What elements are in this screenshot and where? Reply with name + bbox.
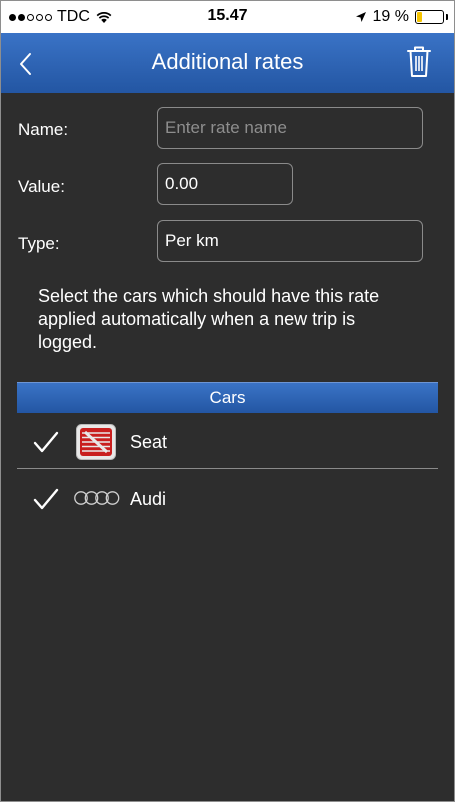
rate-type-value: Per km (165, 231, 219, 250)
battery-fill (417, 12, 422, 22)
status-right: 19 % (355, 8, 448, 26)
battery-icon (415, 10, 448, 24)
row-divider (17, 468, 438, 469)
car-name: Audi (130, 489, 167, 509)
seat-logo-icon (76, 424, 116, 460)
battery-percent: 19 % (372, 8, 409, 25)
rate-value-input[interactable] (157, 163, 293, 205)
trash-icon (407, 46, 431, 77)
page-title: Additional rates (151, 49, 304, 74)
cars-info-text: Select the cars which should have this r… (38, 286, 380, 352)
delete-button[interactable] (406, 44, 432, 80)
car-row-audi[interactable]: Audi (17, 471, 438, 527)
location-arrow-icon (355, 12, 366, 22)
value-label: Value: (18, 177, 65, 196)
nav-bar: Additional rates (1, 33, 454, 93)
car-name: Seat (130, 432, 168, 452)
cars-section-header: Cars (17, 382, 438, 413)
status-bar: TDC 15.47 19 % (1, 1, 454, 33)
car-row-seat[interactable]: Seat (17, 414, 438, 470)
rate-name-input[interactable] (157, 107, 423, 149)
checkmark-icon (33, 431, 59, 453)
phone-screen: TDC 15.47 19 % Additional rates Name: En… (0, 0, 455, 802)
type-label: Type: (18, 234, 60, 253)
audi-logo-icon (74, 491, 120, 505)
rate-type-selector[interactable]: Per km (157, 220, 423, 262)
checkmark-icon (33, 488, 59, 510)
name-label: Name: (18, 120, 69, 139)
